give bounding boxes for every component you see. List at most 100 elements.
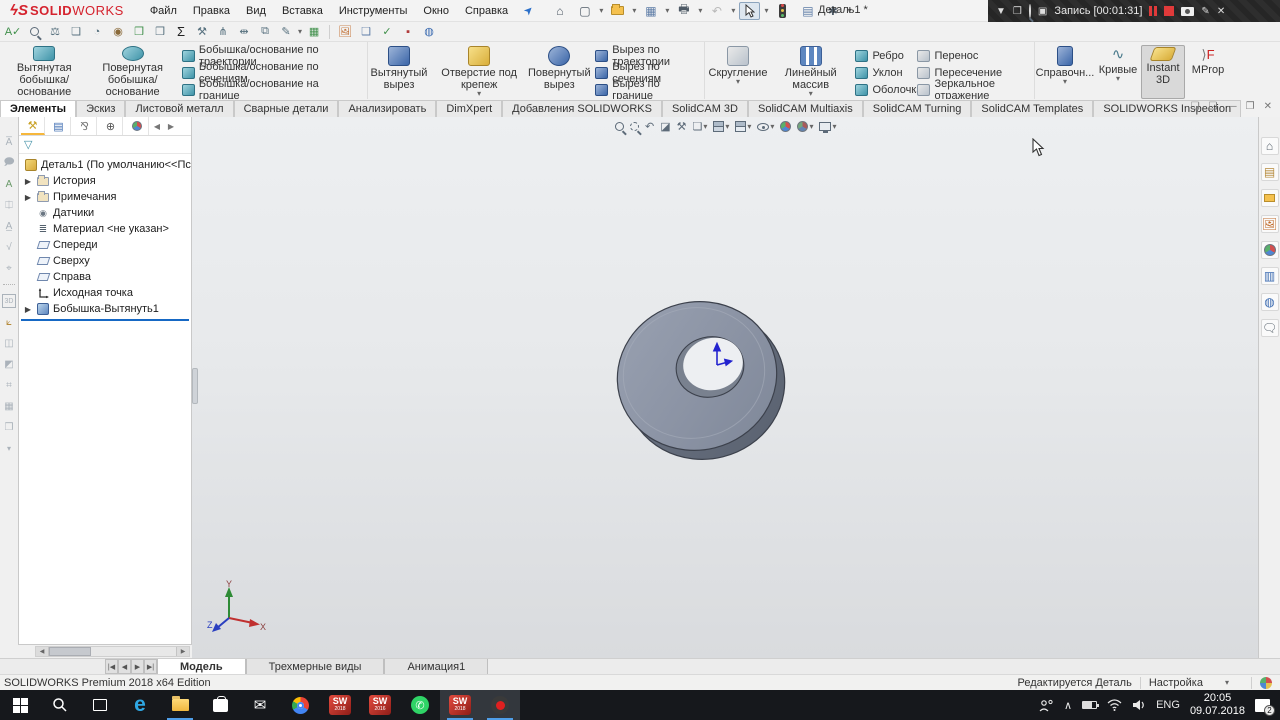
tab-evaluate[interactable]: Анализировать (338, 100, 436, 117)
configuration-caret-icon[interactable]: ▾ (1225, 678, 1229, 687)
edge-button[interactable]: e (120, 690, 160, 720)
menu-file[interactable]: Файл (142, 2, 185, 20)
chrome-button[interactable] (280, 690, 320, 720)
print-caret-icon[interactable]: ▾ (698, 6, 702, 15)
mirror-view-icon[interactable]: ⋔ (214, 23, 232, 40)
magnify-selection-icon[interactable] (25, 23, 43, 40)
recorder-menu-caret-icon[interactable]: ▼ (996, 6, 1006, 17)
apply-scene-icon[interactable]: ▾ (797, 121, 813, 132)
open-caret-icon[interactable]: ▾ (632, 6, 636, 15)
smart-dimension-icon[interactable]: ⟀ (2, 315, 16, 329)
configuration-manager-tab[interactable]: ⅋ (73, 117, 97, 135)
recorder-close-button[interactable]: ✕ (1217, 6, 1225, 17)
task-view-button[interactable] (80, 690, 120, 720)
measure-icon[interactable]: ⚖︎ (46, 23, 64, 40)
recorder-screenshot-button[interactable] (1181, 7, 1194, 16)
dimxpert-manager-tab[interactable]: ⊕ (99, 117, 123, 135)
property-manager-tab[interactable]: ▤ (47, 117, 71, 135)
spellcheck-tool-icon[interactable]: A (2, 177, 16, 191)
tab-dimxpert[interactable]: DimXpert (436, 100, 502, 117)
curves-caret-icon[interactable]: ▾ (1116, 76, 1120, 82)
display-states-icon[interactable]: ❑ (357, 23, 375, 40)
appearances-scenes-icon[interactable] (1261, 241, 1279, 259)
note-tool-icon[interactable]: A̅ (2, 135, 16, 149)
tree-item-origin[interactable]: Исходная точка (19, 285, 191, 301)
whatsapp-button[interactable]: ✆ (400, 690, 440, 720)
sensors-toolbar-icon[interactable]: ◉ (109, 23, 127, 40)
microsoft-store-button[interactable] (200, 690, 240, 720)
reference-geometry-button[interactable]: Справочн...▾ (1035, 45, 1095, 99)
panel-splitter-handle[interactable] (192, 368, 198, 404)
restore-button[interactable]: ❐ (1246, 101, 1255, 112)
tools-icon[interactable]: ⚒︎ (193, 23, 211, 40)
hole-wizard-button[interactable]: Отверстие под крепеж▾ (430, 45, 528, 99)
solidworks-active-button[interactable]: SW2018 (440, 690, 480, 720)
select-tool-button[interactable] (739, 2, 760, 20)
print-button[interactable]: 🖶︎ (673, 2, 694, 20)
file-explorer-button[interactable] (160, 690, 200, 720)
tree-item-top-plane[interactable]: Сверху (19, 253, 191, 269)
recorder-app-button[interactable] (480, 690, 520, 720)
language-indicator[interactable]: ENG (1156, 699, 1180, 711)
edit-appearance-icon[interactable] (780, 121, 791, 132)
tree-item-sensors[interactable]: ◉ Датчики (19, 205, 191, 221)
paint-format-icon[interactable]: ✎ (277, 23, 295, 40)
recorder-pause-button[interactable] (1149, 6, 1157, 16)
3d-views-tab[interactable]: Трехмерные виды (246, 659, 385, 675)
dynamic-assist-icon[interactable]: ⚒︎ (677, 120, 687, 133)
move-button[interactable]: Перенос (914, 48, 1032, 63)
chat-forum-icon[interactable]: 🗨︎ (1261, 319, 1279, 337)
blocks-tool-icon[interactable]: ❒ (2, 420, 16, 434)
expand-arrow-icon[interactable]: ▶ (23, 305, 33, 314)
model-washer-part[interactable] (600, 288, 812, 477)
menu-insert[interactable]: Вставка (274, 2, 331, 20)
volume-icon[interactable] (1132, 699, 1146, 711)
battery-icon[interactable] (1082, 701, 1097, 709)
configuration-label[interactable]: Настройка (1149, 677, 1203, 689)
new-caret-icon[interactable]: ▾ (599, 6, 603, 15)
display-style-icon[interactable]: ▾ (735, 121, 751, 132)
display-manager-tab[interactable] (125, 117, 149, 135)
task-scheduler-icon[interactable]: ✓ (378, 23, 396, 40)
crop-tool-icon[interactable]: ⌗ (2, 378, 16, 392)
first-tab-icon[interactable]: |◀ (105, 659, 118, 674)
tab-weldments[interactable]: Сварные детали (234, 100, 339, 117)
featuremanager-tree-tab[interactable]: ⚒︎ (21, 117, 45, 135)
wifi-icon[interactable] (1107, 699, 1122, 711)
render-tools-icon[interactable]: 🖼︎ (336, 23, 354, 40)
people-icon[interactable] (1039, 699, 1054, 712)
menu-help[interactable]: Справка (457, 2, 516, 20)
globe-icon[interactable]: ◍ (420, 23, 438, 40)
extruded-cut-button[interactable]: Вытянутыйвырез (368, 45, 430, 99)
mprop-button[interactable]: ⟩F MProp (1185, 45, 1231, 99)
tree-item-history[interactable]: ▶ История (19, 173, 191, 189)
revolved-boss-button[interactable]: Повернутаябобышка/основание (88, 45, 176, 99)
start-button[interactable] (0, 690, 40, 720)
tree-root-part[interactable]: Деталь1 (По умолчанию<<Пс (19, 157, 191, 173)
custom-properties-icon[interactable]: ▥ (1261, 267, 1279, 285)
design-library-icon[interactable]: ▤ (1261, 163, 1279, 181)
equations-icon[interactable]: Σ (172, 23, 190, 40)
tab-solidcam3d[interactable]: SolidCAM 3D (662, 100, 748, 117)
next-tab-icon[interactable]: ▶ (131, 659, 144, 674)
fillet-caret-icon[interactable]: ▾ (736, 79, 740, 85)
mirror-button[interactable]: Зеркальное отражение (914, 82, 1032, 97)
tree-item-boss-extrude1[interactable]: ▶ Бобышка-Вытянуть1 (19, 301, 191, 317)
weld-symbol-icon[interactable]: A̲ (2, 219, 16, 233)
animation1-tab[interactable]: Анимация1 (384, 659, 488, 675)
mail-button[interactable]: ✉ (240, 690, 280, 720)
strip-more-caret-icon[interactable]: ▾ (2, 441, 16, 455)
tab-addins[interactable]: Добавления SOLIDWORKS (502, 100, 662, 117)
tab-features[interactable]: Элементы (0, 100, 76, 117)
forum-globe-icon[interactable]: ◍ (1261, 293, 1279, 311)
surface-finish-icon[interactable]: √ (2, 240, 16, 254)
section-tool-icon[interactable]: ◩ (2, 357, 16, 371)
fillet-button[interactable]: Скругление▾ (705, 45, 771, 99)
zoom-fit-icon[interactable] (615, 122, 624, 131)
scroll-left-icon[interactable]: ◀ (36, 647, 49, 656)
recorder-draw-button[interactable]: ✎ (1201, 6, 1209, 17)
linear-pattern-button[interactable]: Линейный массив▾ (771, 45, 850, 99)
view-orientation-icon[interactable]: ▾ (713, 121, 729, 132)
boundary-cut-button[interactable]: Вырез по границе (592, 82, 702, 97)
fm-tabs-left-icon[interactable]: ◀ (151, 122, 163, 131)
